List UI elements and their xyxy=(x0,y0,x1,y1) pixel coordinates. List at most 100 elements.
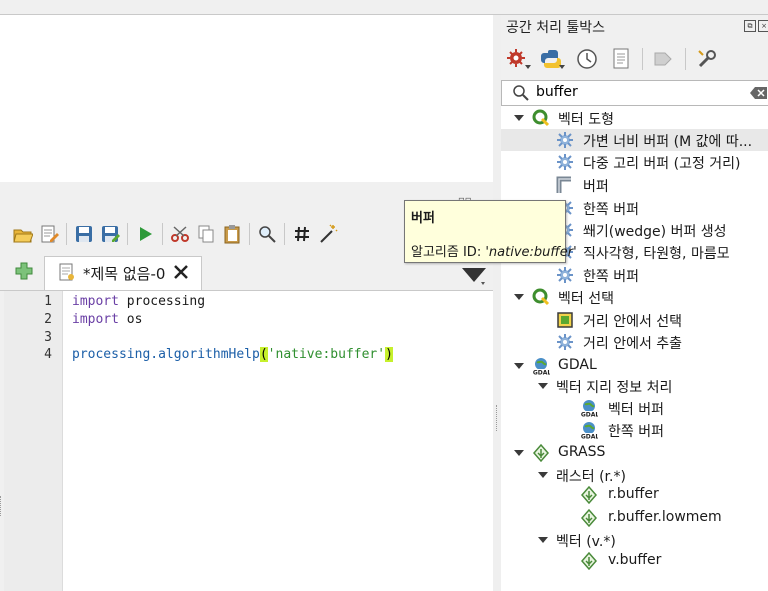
tooltip-algorithm-id: 알고리즘 ID: 'native:buffer' xyxy=(411,245,577,260)
code-line: import processing xyxy=(72,294,206,309)
history-clock-icon[interactable] xyxy=(572,48,602,70)
python-icon[interactable] xyxy=(538,48,568,70)
search-field[interactable] xyxy=(501,80,768,106)
copy-icon[interactable] xyxy=(195,223,217,245)
options-wrench-icon[interactable] xyxy=(692,48,722,70)
code-editor[interactable]: 1 2 3 4 import processing import os proc… xyxy=(4,291,493,591)
expand-arrow-icon[interactable] xyxy=(538,472,548,478)
map-canvas[interactable] xyxy=(0,15,493,182)
grass-icon xyxy=(532,444,550,462)
gdal-icon: GDAL xyxy=(532,357,550,376)
tree-item-label: 벡터 지리 정보 처리 xyxy=(556,380,673,396)
line-number: 3 xyxy=(44,330,52,345)
clear-search-icon[interactable] xyxy=(750,86,768,104)
buffer-icon xyxy=(556,176,574,194)
tree-item-label: 거리 안에서 선택 xyxy=(583,314,683,330)
tree-item-label: 쐐기(wedge) 버퍼 생성 xyxy=(583,224,727,240)
new-tab-plus-icon[interactable] xyxy=(14,261,34,281)
panel-splitter[interactable] xyxy=(493,15,501,591)
algorithm-tooltip: 버퍼 알고리즘 ID: 'native:buffer' xyxy=(404,200,577,263)
save-as-icon[interactable] xyxy=(99,223,121,245)
run-script-icon[interactable] xyxy=(134,223,156,245)
grass-icon xyxy=(580,486,598,504)
cut-icon[interactable] xyxy=(169,223,191,245)
script-file-icon xyxy=(59,263,75,285)
select-icon xyxy=(556,311,574,329)
line-number: 2 xyxy=(44,312,52,327)
find-icon[interactable] xyxy=(256,223,278,245)
save-icon[interactable] xyxy=(73,223,95,245)
tree-item[interactable]: 벡터 (v.*) xyxy=(501,529,768,551)
svg-text:GDAL: GDAL xyxy=(581,412,598,419)
grass-icon xyxy=(580,509,598,527)
search-icon xyxy=(512,84,530,106)
qgis-icon xyxy=(532,109,550,127)
search-input[interactable] xyxy=(536,82,736,102)
tree-item[interactable]: 거리 안에서 추출 xyxy=(501,331,768,353)
panel-title: 공간 처리 툴박스 xyxy=(506,20,606,36)
tree-item[interactable]: 래스터 (r.*) xyxy=(501,464,768,486)
tree-item[interactable]: 벡터 도형 xyxy=(501,107,768,129)
tree-item[interactable]: GDAL 벡터 버퍼 xyxy=(501,397,768,419)
open-script-icon[interactable] xyxy=(12,223,34,245)
tree-item[interactable]: v.buffer xyxy=(501,550,768,572)
expand-arrow-icon[interactable] xyxy=(514,363,524,369)
expand-arrow-icon[interactable] xyxy=(514,294,524,300)
tree-item-label: 래스터 (r.*) xyxy=(556,469,626,485)
tooltip-title: 버퍼 xyxy=(411,211,435,226)
expand-arrow-icon[interactable] xyxy=(538,383,548,389)
qgis-icon xyxy=(532,288,550,306)
tree-item-label: 한쪽 버퍼 xyxy=(583,269,639,285)
tree-item[interactable]: 다중 고리 버퍼 (고정 거리) xyxy=(501,151,768,173)
tree-item[interactable]: 거리 안에서 선택 xyxy=(501,309,768,331)
svg-text:GDAL: GDAL xyxy=(581,434,598,441)
tab-title: *제목 없음-0 xyxy=(83,265,166,283)
tree-item-label: 직사각형, 타원형, 마름모 xyxy=(583,246,730,262)
open-in-editor-icon[interactable] xyxy=(38,223,60,245)
tree-item[interactable]: GRASS xyxy=(501,442,768,464)
tab-untitled[interactable]: *제목 없음-0 xyxy=(44,256,203,290)
magic-wand-icon[interactable] xyxy=(317,223,339,245)
tree-item[interactable]: 버퍼 xyxy=(501,174,768,196)
code-line: processing.algorithmHelp('native:buffer'… xyxy=(72,347,393,362)
tree-item-label: v.buffer xyxy=(608,552,662,568)
expand-arrow-icon[interactable] xyxy=(514,450,524,456)
tree-item-label: r.buffer.lowmem xyxy=(608,509,722,525)
paste-icon[interactable] xyxy=(221,223,243,245)
tab-list-dropdown-icon[interactable] xyxy=(461,264,487,290)
close-panel-icon[interactable]: × xyxy=(758,20,768,32)
tree-item[interactable]: r.buffer.lowmem xyxy=(501,507,768,529)
code-line: import os xyxy=(72,312,143,327)
edit-features-in-place-icon[interactable] xyxy=(649,48,679,70)
models-gear-icon[interactable] xyxy=(504,48,534,70)
tree-item[interactable]: GDAL GDAL xyxy=(501,355,768,377)
expand-arrow-icon[interactable] xyxy=(538,537,548,543)
tree-item-label: 한쪽 버퍼 xyxy=(583,202,639,218)
resize-grip[interactable] xyxy=(0,496,3,516)
tree-item-label: 다중 고리 버퍼 (고정 거리) xyxy=(583,156,741,172)
line-number: 4 xyxy=(44,347,52,362)
comment-hash-icon[interactable] xyxy=(291,223,313,245)
gear-icon xyxy=(556,266,574,284)
tree-item-label: GDAL xyxy=(558,357,597,373)
close-tab-icon[interactable] xyxy=(173,264,189,284)
tree-item-label: 버퍼 xyxy=(583,179,609,195)
tree-item-label: r.buffer xyxy=(608,486,659,502)
tree-item[interactable]: GDAL 한쪽 버퍼 xyxy=(501,419,768,441)
window-top-strip xyxy=(0,0,768,15)
gear-icon xyxy=(556,153,574,171)
tree-item[interactable]: r.buffer xyxy=(501,484,768,506)
gear-icon xyxy=(556,131,574,149)
tree-item[interactable]: 벡터 선택 xyxy=(501,286,768,308)
results-viewer-icon[interactable] xyxy=(606,48,636,70)
gdal-icon: GDAL xyxy=(580,399,598,419)
tree-item-label: 벡터 도형 xyxy=(558,112,614,128)
expand-arrow-icon[interactable] xyxy=(514,115,524,121)
panel-window-buttons: ⧉ × xyxy=(744,20,768,32)
tree-item[interactable]: 벡터 지리 정보 처리 xyxy=(501,375,768,397)
tree-item[interactable]: 가변 너비 버퍼 (M 값에 따... xyxy=(501,129,768,151)
float-panel-icon[interactable]: ⧉ xyxy=(744,20,756,32)
tree-item-label: 한쪽 버퍼 xyxy=(608,424,664,440)
toolbox-toolbar xyxy=(504,44,726,74)
tree-item[interactable]: 한쪽 버퍼 xyxy=(501,264,768,286)
